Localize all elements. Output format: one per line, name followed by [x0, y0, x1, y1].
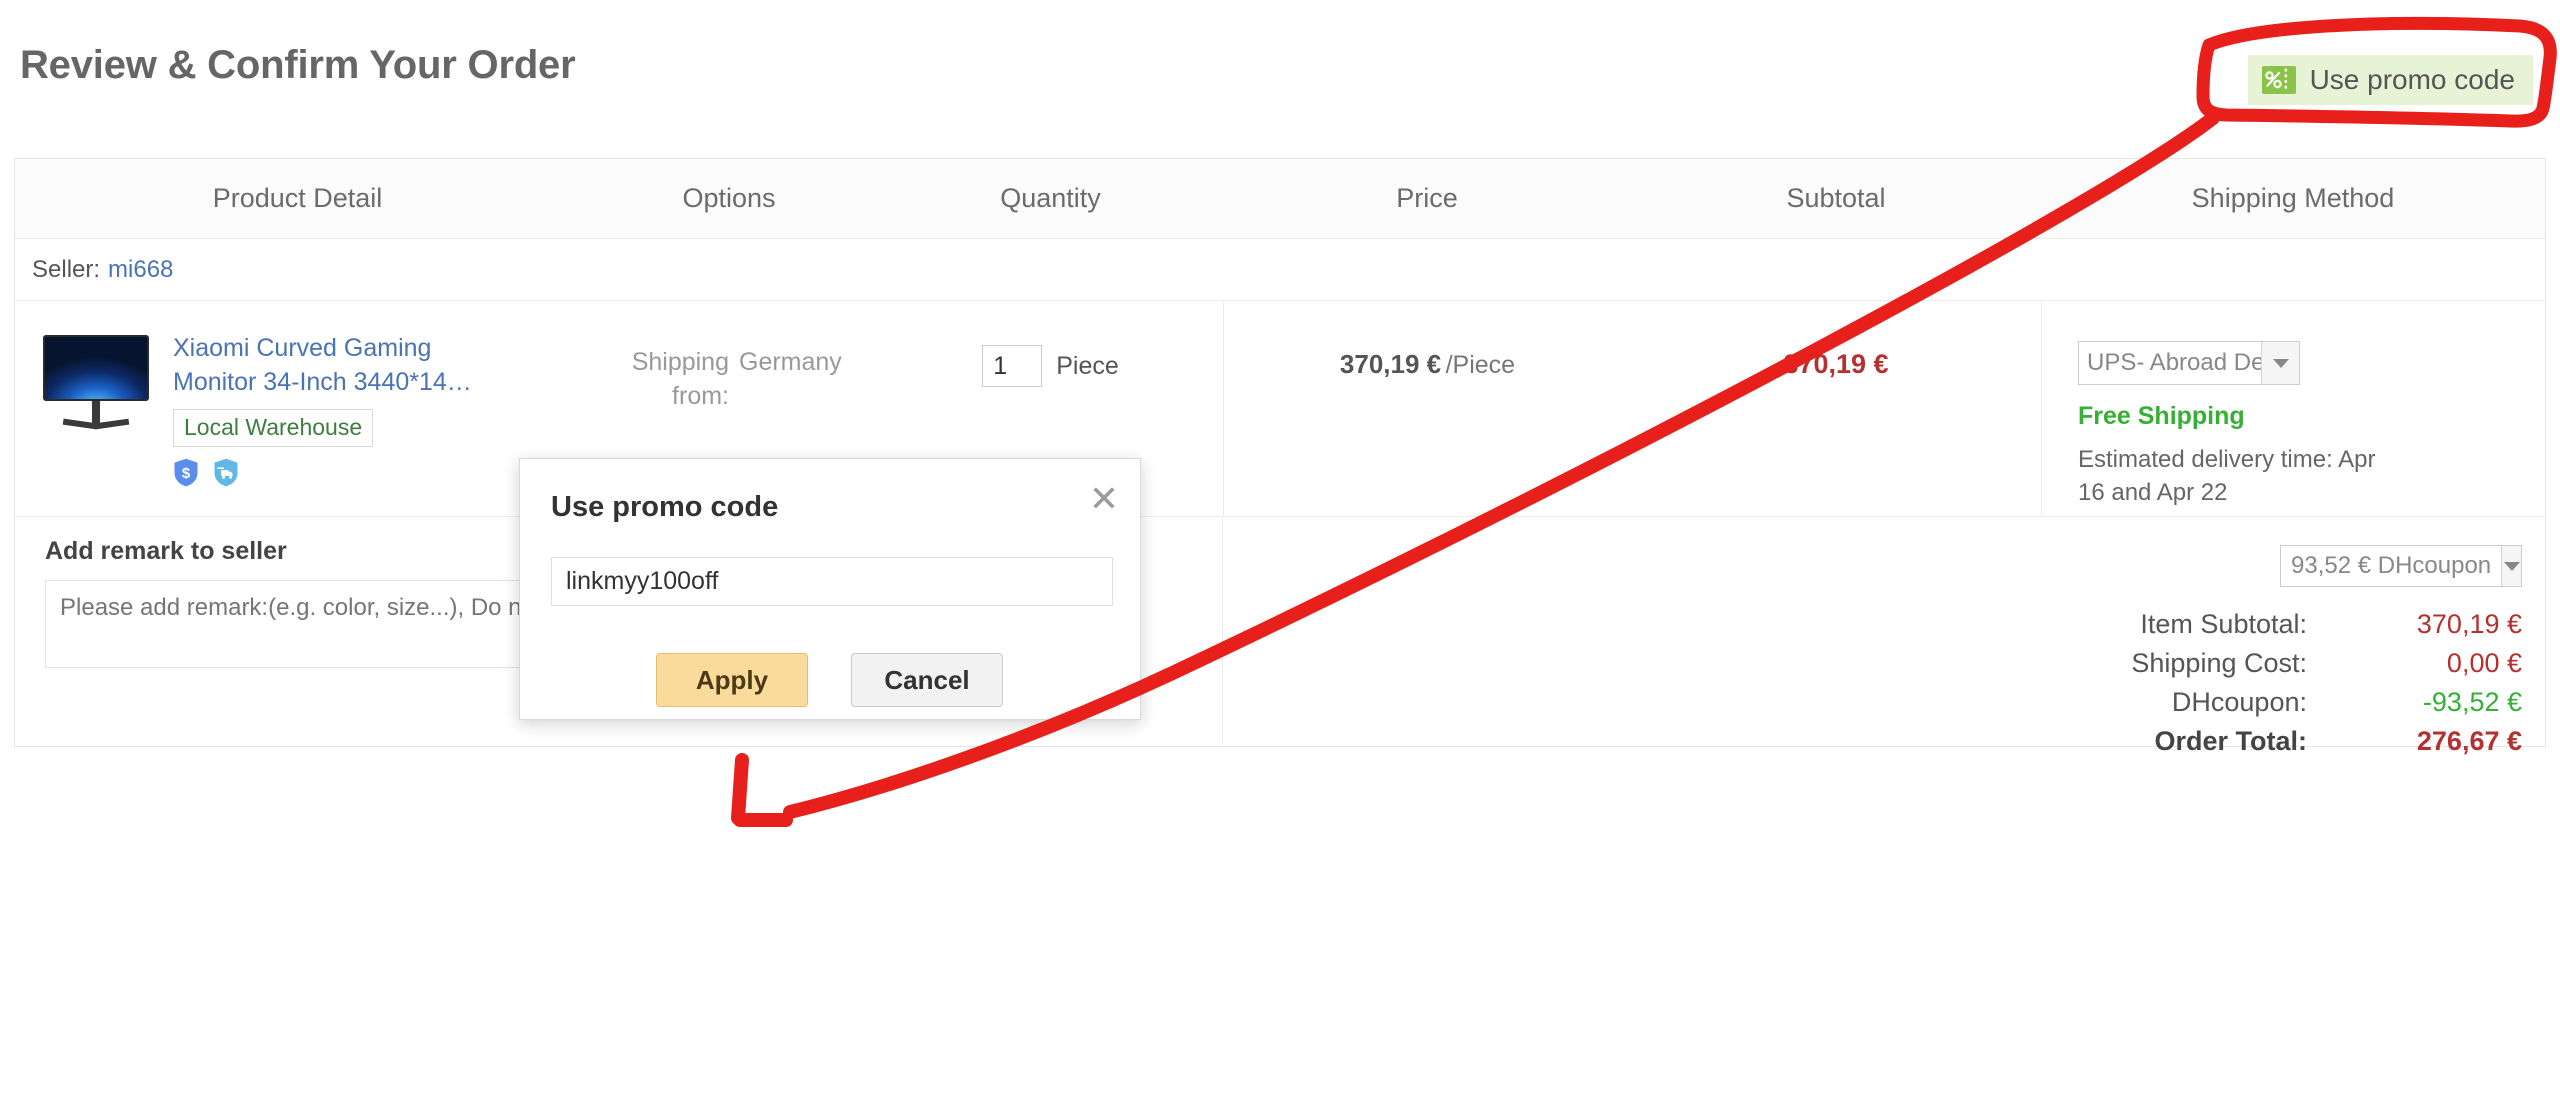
product-badges: $ — [173, 458, 523, 487]
unit-price-value: 370,19 € — [1339, 349, 1442, 379]
summary-value: -93,52 € — [2422, 687, 2522, 717]
summary-label: DHcoupon: — [2171, 687, 2307, 717]
checkout-page: Review & Confirm Your Order Use promo co… — [0, 0, 2560, 1115]
shipping-from: Shipping from: Germany — [580, 345, 878, 413]
dhcoupon-select-value: 93,52 € DHcoupon — [2291, 552, 2492, 579]
table-header-row: Product Detail Options Quantity Price Su… — [15, 159, 2545, 239]
summary-row-order-total: Order Total: 276,67 € — [1902, 726, 2522, 765]
summary-row-dhcoupon: DHcoupon: -93,52 € — [1902, 687, 2522, 726]
estimated-delivery-time: Estimated delivery time: Apr 16 and Apr … — [2078, 446, 2376, 506]
unit-price-unit: /Piece — [1445, 351, 1516, 379]
use-promo-code-label: Use promo code — [2309, 64, 2515, 95]
summary-row-shipping-cost: Shipping Cost: 0,00 € — [1902, 648, 2522, 687]
shipping-from-value: Germany — [739, 348, 842, 376]
promo-code-input[interactable] — [551, 557, 1113, 606]
order-summary-list: Item Subtotal: 370,19 € Shipping Cost: 0… — [1902, 609, 2522, 765]
percent-coupon-icon — [2261, 66, 2296, 94]
close-icon[interactable]: ✕ — [1089, 481, 1119, 517]
quantity-unit-label: Piece — [1056, 352, 1119, 380]
monitor-screen — [43, 335, 149, 401]
seller-row: Seller: mi668 — [15, 239, 2545, 301]
product-detail-cell: Xiaomi Curved Gaming Monitor 34-Inch 344… — [15, 301, 580, 516]
shipping-from-label: Shipping from: — [631, 348, 729, 410]
order-footer-row: Add remark to seller 93,52 € DHcoupon It… — [15, 517, 2545, 756]
product-title-link[interactable]: Xiaomi Curved Gaming Monitor 34-Inch 344… — [173, 331, 518, 399]
dialog-title: Use promo code — [551, 491, 779, 523]
dhcoupon-select[interactable]: 93,52 € DHcoupon — [2280, 545, 2522, 587]
subtotal-cell: 370,19 € — [1631, 301, 2041, 516]
use-promo-code-button[interactable]: Use promo code — [2247, 55, 2533, 105]
page-header: Review & Confirm Your Order Use promo co… — [0, 0, 2560, 158]
local-warehouse-tag: Local Warehouse — [173, 409, 374, 447]
chevron-down-icon[interactable] — [2261, 342, 2299, 384]
shipping-method-value: UPS- Abroad Delive — [2087, 349, 2261, 376]
order-items-table: Product Detail Options Quantity Price Su… — [14, 158, 2546, 756]
summary-row-item-subtotal: Item Subtotal: 370,19 € — [1902, 609, 2522, 648]
apply-button[interactable]: Apply — [656, 653, 808, 707]
shipping-method-cell: UPS- Abroad Delive Free Shipping Estimat… — [2041, 301, 2545, 516]
dialog-actions: Apply Cancel — [656, 653, 1003, 707]
shipping-guarantee-shield-icon — [214, 458, 238, 487]
chevron-down-icon[interactable] — [2501, 546, 2521, 586]
shipping-method-select[interactable]: UPS- Abroad Delive — [2078, 341, 2300, 385]
product-image[interactable] — [37, 335, 155, 441]
buyer-protection-shield-icon: $ — [174, 458, 198, 487]
order-summary-cell: 93,52 € DHcoupon Item Subtotal: 370,19 €… — [1222, 517, 2545, 756]
seller-label: Seller: — [32, 255, 101, 283]
column-header-options: Options — [682, 183, 776, 213]
use-promo-code-dialog: Use promo code ✕ Apply Cancel — [519, 458, 1141, 720]
order-item-row: Xiaomi Curved Gaming Monitor 34-Inch 344… — [15, 301, 2545, 517]
product-info: Xiaomi Curved Gaming Monitor 34-Inch 344… — [173, 331, 523, 516]
cancel-button[interactable]: Cancel — [851, 653, 1003, 707]
column-header-subtotal: Subtotal — [1786, 183, 1886, 213]
column-header-product-detail: Product Detail — [212, 183, 383, 213]
summary-value: 370,19 € — [2416, 609, 2522, 639]
summary-label: Item Subtotal: — [2140, 609, 2307, 639]
column-header-price: Price — [1396, 183, 1458, 213]
column-header-shipping-method: Shipping Method — [2191, 183, 2395, 213]
page-title: Review & Confirm Your Order — [20, 43, 576, 87]
free-shipping-label: Free Shipping — [2078, 402, 2245, 430]
summary-label: Shipping Cost: — [2131, 648, 2307, 678]
item-subtotal-value: 370,19 € — [1783, 349, 1889, 379]
summary-label: Order Total: — [2154, 726, 2307, 756]
quantity-input[interactable] — [982, 345, 1043, 387]
summary-value: 0,00 € — [2446, 648, 2522, 678]
summary-value: 276,67 € — [2416, 726, 2522, 756]
column-header-quantity: Quantity — [1000, 183, 1101, 213]
price-cell: 370,19 € /Piece — [1223, 301, 1631, 516]
seller-name-link[interactable]: mi668 — [108, 256, 173, 284]
svg-text:$: $ — [182, 465, 191, 482]
